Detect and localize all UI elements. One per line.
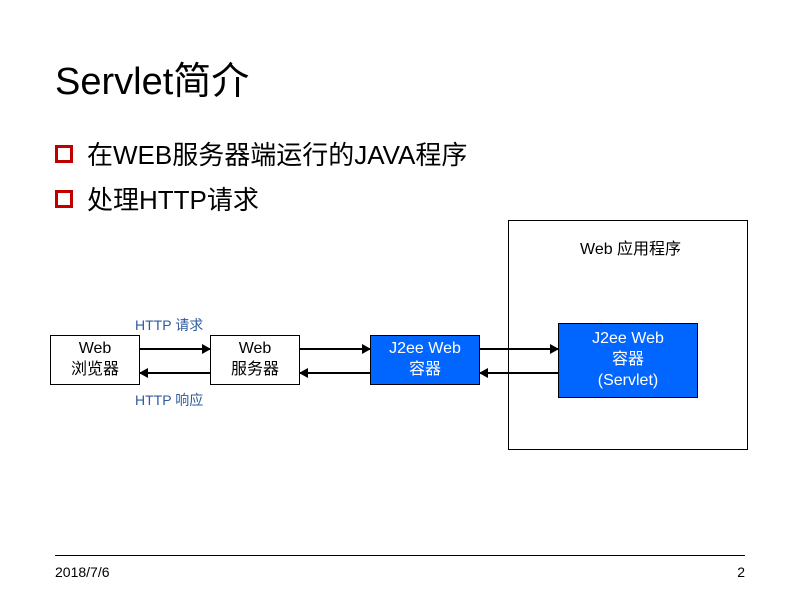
arrow-right bbox=[480, 348, 558, 350]
browser-box: Web 浏览器 bbox=[50, 335, 140, 385]
slide: Servlet简介 在WEB服务器端运行的JAVA程序 处理HTTP请求 Web… bbox=[0, 0, 800, 600]
box-line: Web bbox=[239, 339, 272, 360]
bullet-item: 处理HTTP请求 bbox=[55, 180, 745, 217]
slide-title: Servlet简介 bbox=[55, 50, 745, 105]
box-line: 服务器 bbox=[231, 360, 279, 381]
architecture-diagram: Web 应用程序 Web 浏览器 Web 服务器 J2ee Web 容器 J2e… bbox=[50, 220, 750, 520]
arrow-left bbox=[300, 372, 370, 374]
box-line: 浏览器 bbox=[71, 360, 119, 381]
bullet-text: 在WEB服务器端运行的JAVA程序 bbox=[87, 135, 467, 172]
box-line: (Servlet) bbox=[598, 371, 658, 392]
web-app-label: Web 应用程序 bbox=[580, 235, 681, 259]
bullet-item: 在WEB服务器端运行的JAVA程序 bbox=[55, 135, 745, 172]
box-line: Web bbox=[79, 339, 112, 360]
container2-box: J2ee Web 容器 (Servlet) bbox=[558, 323, 698, 398]
bullet-icon bbox=[55, 145, 73, 163]
footer-row: 2018/7/6 2 bbox=[55, 564, 745, 580]
server-box: Web 服务器 bbox=[210, 335, 300, 385]
arrow-right bbox=[140, 348, 210, 350]
box-line: J2ee Web bbox=[389, 339, 461, 360]
bullet-list: 在WEB服务器端运行的JAVA程序 处理HTTP请求 bbox=[55, 135, 745, 217]
box-line: J2ee Web bbox=[592, 329, 664, 350]
footer-divider bbox=[55, 555, 745, 556]
http-request-label: HTTP 请求 bbox=[135, 315, 203, 335]
footer-page: 2 bbox=[737, 564, 745, 580]
arrow-left bbox=[140, 372, 210, 374]
box-line: 容器 bbox=[612, 350, 644, 371]
box-line: 容器 bbox=[409, 360, 441, 381]
container1-box: J2ee Web 容器 bbox=[370, 335, 480, 385]
http-response-label: HTTP 响应 bbox=[135, 390, 203, 410]
slide-footer: 2018/7/6 2 bbox=[0, 555, 800, 580]
arrow-left bbox=[480, 372, 558, 374]
footer-date: 2018/7/6 bbox=[55, 564, 110, 580]
bullet-text: 处理HTTP请求 bbox=[87, 180, 259, 217]
bullet-icon bbox=[55, 190, 73, 208]
arrow-right bbox=[300, 348, 370, 350]
